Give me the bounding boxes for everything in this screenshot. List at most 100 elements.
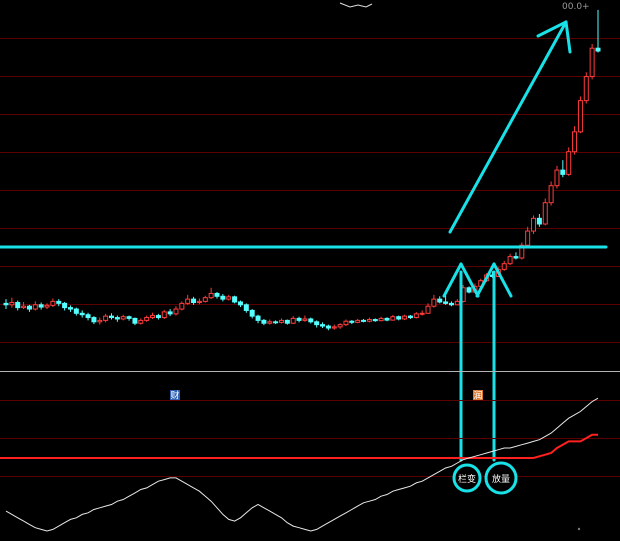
candle-up (337, 324, 343, 328)
candle-up (431, 298, 437, 307)
candle-up (572, 131, 578, 153)
candle-down (214, 292, 220, 297)
candle-down (237, 301, 243, 306)
candle-down (220, 295, 226, 300)
candle-down (109, 315, 115, 319)
candle-down (26, 305, 32, 310)
candle-up (525, 230, 531, 246)
candle-up (138, 319, 144, 324)
candle-up (9, 302, 15, 306)
candle-down (56, 300, 62, 304)
candle-up (577, 100, 583, 133)
candle-up (343, 320, 349, 326)
candle-up (50, 300, 56, 306)
candle-up (425, 305, 431, 314)
candle-down (407, 315, 413, 319)
candle-down (396, 316, 402, 320)
chart-background (0, 0, 620, 541)
candle-up (150, 315, 156, 319)
candle-down (384, 317, 390, 321)
candle-up (44, 304, 50, 308)
corner-dot (577, 527, 581, 531)
candle-down (308, 318, 314, 323)
candle-down (79, 312, 85, 316)
signal-label-1: 栏变 (458, 473, 476, 485)
stock-chart: 00.0+ 财 润 栏变 放量 (0, 0, 620, 541)
candle-down (255, 315, 261, 321)
candle-down (114, 317, 120, 320)
candle-up (542, 202, 548, 225)
candle-down (536, 217, 542, 225)
candle-down (191, 298, 197, 304)
candle-down (448, 302, 454, 306)
candle-down (38, 304, 44, 308)
candle-down (73, 308, 79, 314)
candle-up (290, 317, 296, 324)
candle-down (91, 317, 97, 323)
candle-up (507, 256, 513, 265)
candle-down (132, 317, 138, 324)
candle-up (173, 308, 179, 315)
candle-down (85, 314, 91, 319)
marker-run: 润 (474, 390, 483, 402)
candle-down (261, 319, 267, 324)
candle-down (67, 307, 73, 310)
candle-up (267, 321, 273, 324)
candle-up (21, 305, 27, 309)
candle-down (243, 304, 249, 311)
candle-down (466, 287, 472, 293)
candle-up (589, 47, 595, 78)
candle-down (284, 319, 290, 324)
candle-down (3, 302, 9, 306)
candle-up (554, 169, 560, 187)
signal-label-2: 放量 (492, 473, 510, 485)
candle-down (249, 309, 255, 317)
candle-down (314, 321, 320, 326)
candle-down (15, 302, 21, 309)
candle-down (320, 324, 326, 327)
candle-up (583, 76, 589, 102)
candle-up (302, 318, 308, 321)
candle-up (355, 319, 361, 323)
candle-down (62, 302, 68, 309)
candle-up (202, 297, 208, 302)
candle-down (273, 321, 279, 324)
candle-up (501, 263, 507, 270)
candle-down (167, 311, 173, 315)
candle-up (97, 319, 103, 323)
candle-up (161, 311, 167, 319)
candle-down (560, 169, 566, 175)
candle-up (278, 319, 284, 323)
candle-up (331, 326, 337, 329)
candle-up (179, 302, 185, 310)
candle-down (126, 316, 132, 319)
candle-up (185, 298, 191, 304)
candle-up (32, 304, 38, 310)
candle-up (566, 151, 572, 175)
candle-down (361, 319, 367, 322)
marker-cai: 财 (171, 390, 180, 402)
candle-up (208, 292, 214, 299)
candle-down (232, 296, 238, 303)
candle-down (372, 319, 378, 322)
candle-up (378, 317, 384, 322)
candle-down (443, 301, 449, 304)
candle-up (366, 319, 372, 322)
candle-up (419, 312, 425, 315)
candle-down (155, 315, 161, 319)
candle-down (513, 256, 519, 259)
candle-up (226, 296, 232, 300)
candle-down (437, 298, 443, 303)
candle-up (454, 300, 460, 306)
candle-down (595, 47, 601, 52)
candle-up (413, 313, 419, 319)
candle-up (103, 315, 109, 321)
candle-up (390, 316, 396, 321)
candle-up (120, 316, 126, 320)
candle-up (144, 317, 150, 321)
top-edge-readout: 00.0+ (562, 2, 590, 12)
candle-up (196, 300, 202, 304)
candle-up (548, 185, 554, 204)
candle-up (402, 315, 408, 320)
candle-down (325, 325, 331, 329)
